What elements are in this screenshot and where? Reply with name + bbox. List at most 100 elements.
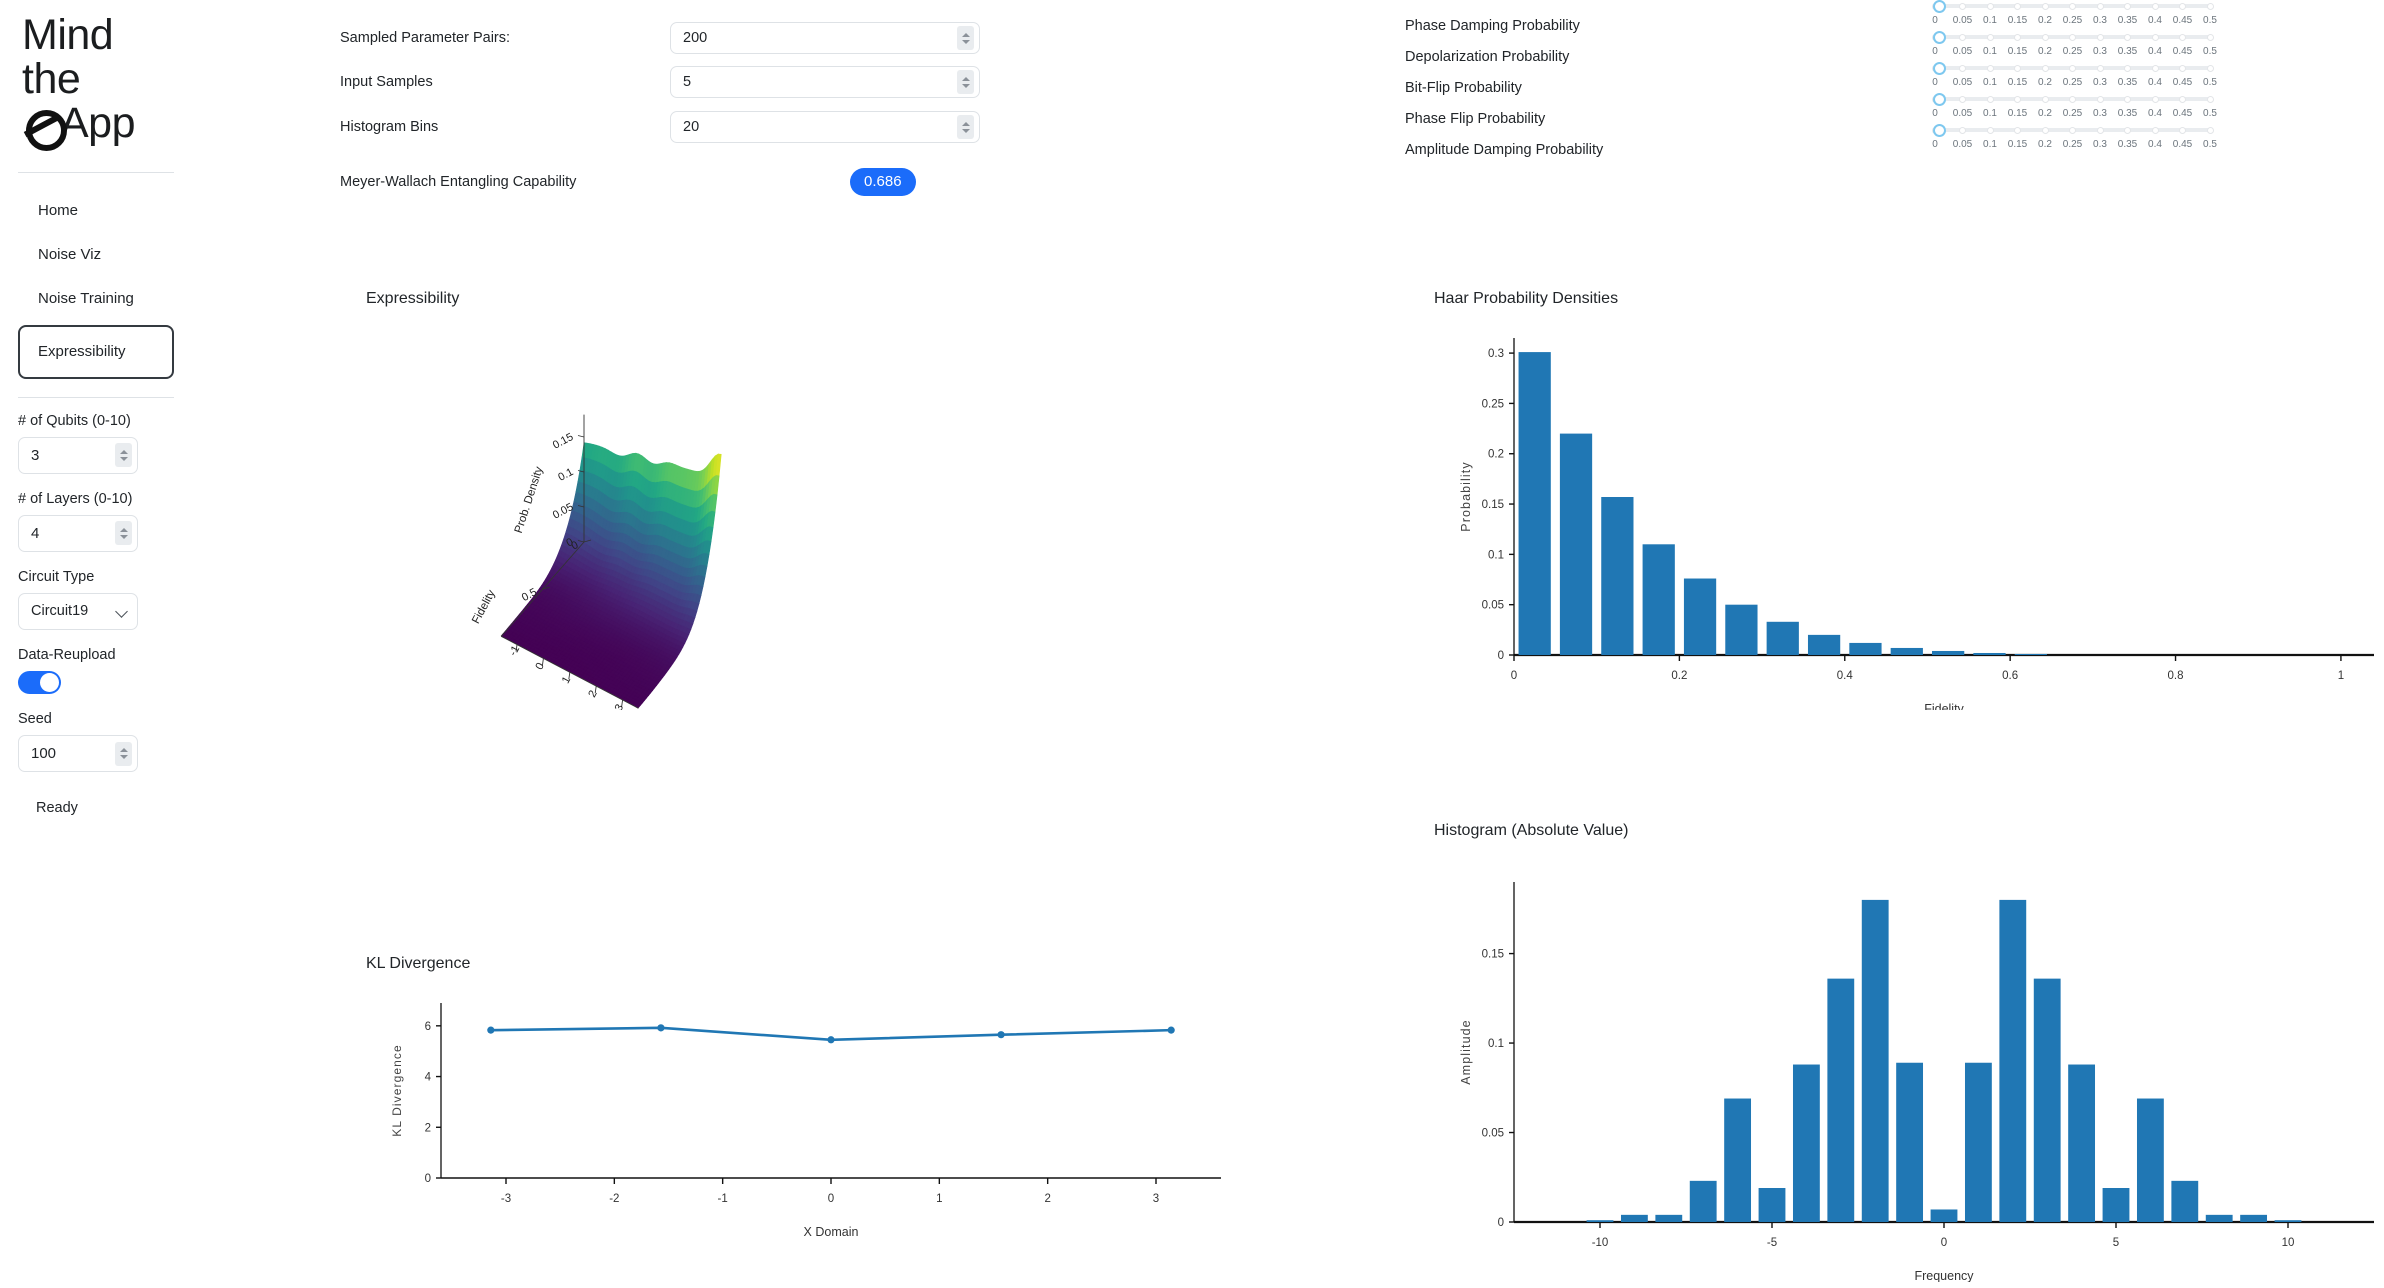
svg-text:10: 10 (2282, 1237, 2295, 1249)
sidebar-item-noise-viz[interactable]: Noise Viz (18, 233, 220, 277)
meyer-wallach-row: Meyer-Wallach Entangling Capability 0.68… (340, 168, 916, 196)
slider-tick-label: 0.25 (2062, 108, 2083, 119)
slider-tick-dot (2096, 2, 2104, 10)
slider-tick-dot (1986, 126, 1994, 134)
slider-tick-dot (1986, 95, 1994, 103)
slider-tick-label: 0.4 (2148, 108, 2162, 119)
slider-track[interactable] (1931, 92, 2214, 106)
slider-tick-dot (1959, 95, 1966, 103)
kl-data-point (1167, 1026, 1175, 1034)
slider-tick-dot (2096, 126, 2104, 134)
slider-tick-label: 0.05 (1952, 46, 1973, 57)
svg-text:5: 5 (2113, 1237, 2119, 1249)
sidebar-item-noise-training[interactable]: Noise Training (18, 277, 220, 321)
layers-stepper[interactable] (115, 521, 132, 546)
noise-slider-1[interactable]: 0 0.05 0.1 0.15 0.2 0.25 0.3 0.35 0.4 0.45 0.5 (1931, 30, 2217, 60)
data-reupload-label: Data-Reupload (18, 646, 116, 663)
slider-track[interactable] (1931, 123, 2214, 137)
haar-bar (1601, 497, 1634, 655)
layers-input[interactable]: 4 (18, 514, 138, 552)
histogram-bins-stepper[interactable] (957, 115, 974, 139)
svg-text:0.8: 0.8 (2168, 670, 2184, 682)
svg-text:-5: -5 (1767, 1237, 1777, 1249)
slider-track[interactable] (1931, 30, 2214, 44)
svg-text:0.1: 0.1 (1488, 549, 1504, 561)
slider-tick-dot (1986, 33, 1994, 41)
svg-text:0.2: 0.2 (1488, 449, 1504, 461)
svg-text:2: 2 (1044, 1193, 1050, 1205)
slider-tick-dot (1959, 33, 1966, 41)
histogram-panel: Histogram (Absolute Value) 0 0.05 0.1 0.15 -… (1434, 822, 2384, 1288)
slider-tick-label: 0.35 (2117, 77, 2138, 88)
haar-bar (2014, 653, 2047, 655)
slider-tick-label: 0.15 (2007, 108, 2028, 119)
slider-tick-dot (2014, 33, 2021, 41)
slider-handle[interactable] (1933, 123, 1946, 137)
slider-tick-label: 0 (1932, 46, 1938, 57)
noise-slider-2[interactable]: 0 0.05 0.1 0.15 0.2 0.25 0.3 0.35 0.4 0.45 0.5 (1931, 61, 2217, 91)
sampled-pairs-label: Sampled Parameter Pairs: (340, 30, 511, 46)
slider-handle[interactable] (1933, 61, 1946, 75)
expressibility-panel: Expressibility 0 0.05 0.1 0.15 Prob. Density… (366, 290, 1006, 710)
slider-tick-dot (2206, 95, 2214, 103)
slider-tick-label: 0.45 (2172, 108, 2193, 119)
kl-data-point (487, 1026, 495, 1034)
svg-text:0: 0 (828, 1193, 834, 1205)
slider-tick-dot (2069, 33, 2076, 41)
slider-tick-dot (1959, 64, 1966, 72)
noise-slider-3[interactable]: 0 0.05 0.1 0.15 0.2 0.25 0.3 0.35 0.4 0.45 0.5 (1931, 92, 2217, 122)
sampled-pairs-stepper[interactable] (957, 26, 974, 50)
seed-value: 100 (31, 745, 57, 763)
slider-tick-dot (2179, 95, 2186, 103)
slider-track[interactable] (1931, 0, 2214, 13)
svg-text:0.25: 0.25 (1482, 398, 1504, 410)
qubits-input[interactable]: 3 (18, 436, 138, 474)
seed-input[interactable]: 100 (18, 735, 138, 773)
qubits-label: # of Qubits (0-10) (18, 412, 131, 429)
slider-tick-label: 0.1 (1983, 108, 1997, 119)
noise-slider-label-0: Phase Damping Probability (1405, 18, 1580, 34)
noise-slider-0[interactable]: 0 0.05 0.1 0.15 0.2 0.25 0.3 0.35 0.4 0.45 0.5 (1931, 0, 2217, 29)
layers-value: 4 (31, 524, 40, 542)
brand-line-1: Mind (22, 11, 114, 59)
slider-tick-label: 0.3 (2093, 46, 2107, 57)
slider-handle[interactable] (1933, 92, 1946, 106)
slider-handle[interactable] (1933, 0, 1946, 13)
haar-bar (1725, 604, 1758, 655)
data-reupload-toggle[interactable] (18, 671, 61, 695)
svg-text:2: 2 (586, 689, 599, 700)
status-text: Ready (36, 800, 78, 816)
slider-tick-label: 0.2 (2038, 15, 2052, 26)
slider-tick-label: 0.35 (2117, 139, 2138, 150)
noise-slider-4[interactable]: 0 0.05 0.1 0.15 0.2 0.25 0.3 0.35 0.4 0.45 0.5 (1931, 123, 2217, 153)
input-samples-stepper[interactable] (957, 70, 974, 94)
sidebar-item-home[interactable]: Home (18, 189, 220, 233)
noise-slider-label-1: Depolarization Probability (1405, 49, 1570, 65)
slider-handle[interactable] (1933, 30, 1946, 44)
sidebar-item-expressibility[interactable]: Expressibility (18, 324, 174, 379)
slider-track[interactable] (1931, 61, 2214, 75)
sampled-pairs-input[interactable]: 200 (670, 22, 980, 54)
brand-line-2: the (22, 54, 81, 103)
kl-data-point (657, 1024, 665, 1032)
slider-tick-dot (2151, 2, 2159, 10)
input-samples-input[interactable]: 5 (670, 66, 980, 98)
slider-tick-dot (2041, 95, 2049, 103)
slider-tick-label: 0.2 (2038, 139, 2052, 150)
slider-tick-dot (2014, 95, 2021, 103)
slider-tick-dot (2124, 33, 2131, 41)
seed-stepper[interactable] (115, 741, 132, 766)
slider-tick-label: 0.45 (2172, 15, 2193, 26)
slider-tick-labels: 0 0.05 0.1 0.15 0.2 0.25 0.3 0.35 0.4 0.45 0.5 (1932, 77, 2217, 91)
slider-tick-dot (2014, 2, 2021, 10)
qubits-stepper[interactable] (115, 443, 132, 468)
slider-tick-dot (2041, 2, 2049, 10)
histogram-bar (2102, 1188, 2130, 1222)
slider-tick-label: 0.4 (2148, 46, 2162, 57)
svg-text:3: 3 (613, 702, 626, 710)
slider-tick-dot (2206, 2, 2214, 10)
circuit-type-select[interactable]: Circuit19 (18, 592, 138, 630)
svg-text:-2: -2 (609, 1193, 619, 1205)
histogram-bins-input[interactable]: 20 (670, 111, 980, 143)
svg-text:0.1: 0.1 (1488, 1038, 1504, 1050)
